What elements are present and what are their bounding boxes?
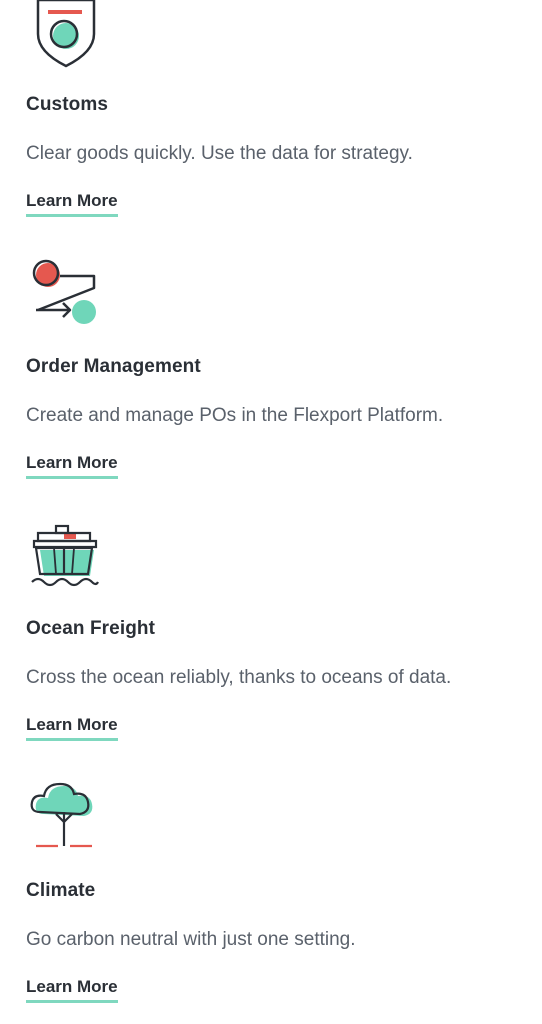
card-description: Clear goods quickly. Use the data for st… [26, 143, 413, 164]
customs-shield-icon [26, 0, 106, 68]
card-title: Climate [26, 880, 96, 901]
services-list: Customs Clear goods quickly. Use the dat… [0, 0, 542, 1024]
card-title: Order Management [26, 356, 201, 377]
service-card-order-management: Order Management Create and manage POs i… [0, 250, 542, 512]
card-description: Create and manage POs in the Flexport Pl… [26, 405, 444, 426]
service-card-customs: Customs Clear goods quickly. Use the dat… [0, 0, 542, 250]
learn-more-link[interactable]: Learn More [26, 715, 118, 741]
order-management-icon [26, 250, 106, 330]
card-description: Cross the ocean reliably, thanks to ocea… [26, 667, 452, 688]
learn-more-link[interactable]: Learn More [26, 977, 118, 1003]
learn-more-link[interactable]: Learn More [26, 453, 118, 479]
ocean-freight-ship-icon [26, 512, 106, 592]
climate-tree-icon [26, 774, 106, 854]
card-title: Customs [26, 94, 108, 115]
service-card-climate: Climate Go carbon neutral with just one … [0, 774, 542, 1024]
card-description: Go carbon neutral with just one setting. [26, 929, 356, 950]
service-card-ocean-freight: Ocean Freight Cross the ocean reliably, … [0, 512, 542, 774]
card-title: Ocean Freight [26, 618, 156, 639]
learn-more-link[interactable]: Learn More [26, 191, 118, 217]
